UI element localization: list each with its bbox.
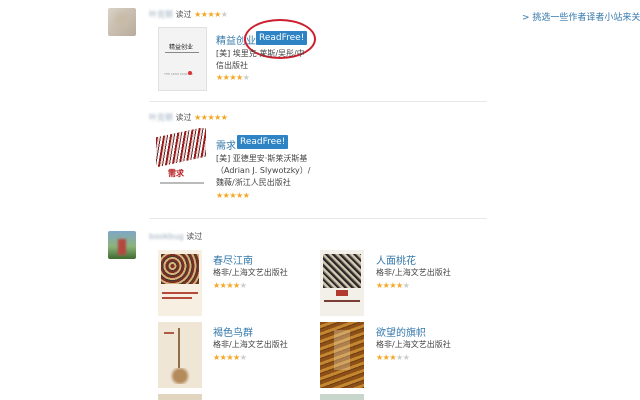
activity-line: bookbug 读过 — [149, 231, 202, 242]
book-rating-stars: ★★★★★ — [216, 191, 250, 200]
book-title-link[interactable]: 褐色鸟群 — [213, 324, 253, 339]
readfree-button[interactable]: ReadFree! — [237, 135, 289, 149]
avatar[interactable] — [108, 231, 136, 259]
book-rating-stars: ★★★★★ — [216, 73, 250, 82]
cover-title-text: 精益创业 — [169, 44, 194, 51]
book-rating-stars: ★★★★★ — [213, 353, 247, 362]
user-name-link[interactable]: 叶克顿 — [149, 10, 173, 19]
user-name-link[interactable]: bookbug — [149, 232, 184, 241]
cover-title-text: 需求 — [168, 169, 184, 178]
book-meta: [美] 亚德里安·斯莱沃斯基 （Adrian J. Slywotzky）/ 魏薇… — [216, 154, 311, 187]
user-name-link[interactable]: 叶克顿 — [149, 113, 173, 122]
activity-line: 叶克顿 读过 ★★★★★ — [149, 112, 228, 123]
book-rating-stars: ★★★★★ — [213, 281, 247, 290]
action-text: 读过 — [175, 10, 192, 19]
book-rating-stars: ★★★★★ — [376, 281, 410, 290]
book-meta: 格非/上海文艺出版社 — [376, 268, 451, 277]
action-text: 读过 — [175, 113, 192, 122]
book-cover[interactable] — [158, 394, 202, 400]
book-meta: 格非/上海文艺出版社 — [376, 340, 451, 349]
book-rating-stars: ★★★★★ — [376, 353, 410, 362]
recommend-sites-link[interactable]: > 挑选一些作者译者小站来关 — [522, 10, 640, 23]
book-title-link[interactable]: 人面桃花 — [376, 252, 416, 267]
book-meta: 格非/上海文艺出版社 — [213, 268, 288, 277]
book-title-link[interactable]: 欲望的旗帜 — [376, 324, 426, 339]
avatar[interactable] — [108, 8, 136, 36]
book-cover[interactable] — [320, 394, 364, 400]
book-cover[interactable] — [320, 322, 364, 388]
book-meta: [美] 埃里克·莱斯/吴彤/中 信出版社 — [216, 49, 305, 70]
user-rating-stars: ★★★★★ — [194, 10, 228, 19]
book-cover[interactable] — [320, 250, 364, 316]
user-rating-stars: ★★★★★ — [194, 113, 228, 122]
book-cover[interactable]: 精益创业 THE LEAN STARTUP — [158, 27, 207, 91]
action-text: 读过 — [186, 232, 203, 241]
book-title-link[interactable]: 春尽江南 — [213, 252, 253, 267]
divider — [149, 218, 487, 219]
book-cover[interactable] — [158, 322, 202, 388]
book-meta: 格非/上海文艺出版社 — [213, 340, 288, 349]
book-cover[interactable] — [158, 250, 202, 316]
divider — [149, 101, 487, 102]
activity-line: 叶克顿 读过 ★★★★★ — [149, 9, 228, 20]
book-title-link[interactable]: 需求 — [216, 137, 236, 152]
book-cover[interactable]: 需求 — [156, 128, 208, 192]
